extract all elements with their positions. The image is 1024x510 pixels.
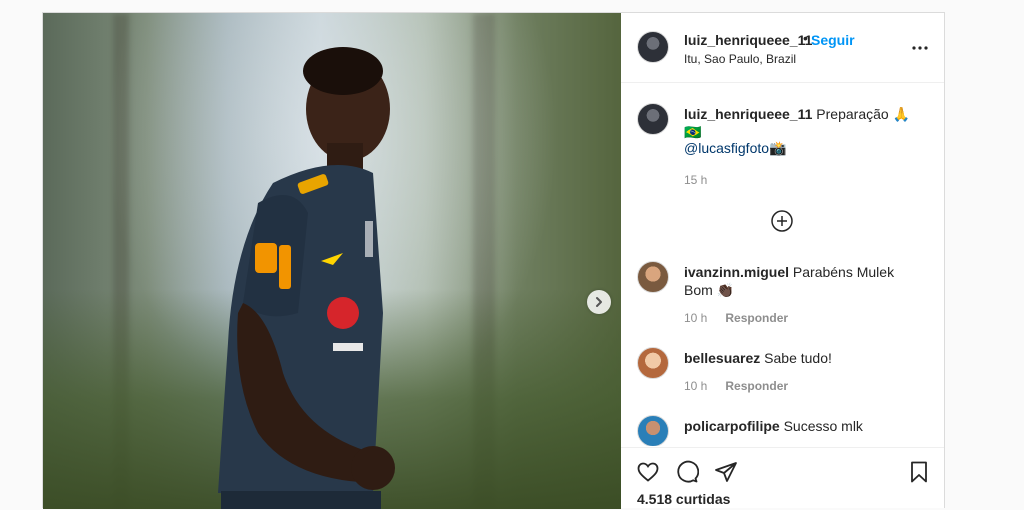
post-sidebar: luiz_henriqueee_11 • Seguir Itu, Sao Pau… xyxy=(621,13,944,509)
avatar[interactable] xyxy=(637,415,669,446)
post-card: luiz_henriqueee_11 • Seguir Itu, Sao Pau… xyxy=(42,12,945,509)
separator-dot: • xyxy=(803,30,808,46)
save-icon[interactable] xyxy=(907,460,931,484)
avatar[interactable] xyxy=(637,261,669,293)
comment-icon[interactable] xyxy=(675,460,699,484)
comment-meta: 10 h Responder xyxy=(684,311,788,325)
caption-time[interactable]: 15 h xyxy=(684,173,707,187)
comment-text: ivanzinn.miguel Parabéns Mulek Bom 👏🏿 xyxy=(684,263,924,299)
avatar[interactable] xyxy=(637,103,669,135)
comment-username[interactable]: policarpofilipe xyxy=(684,418,780,434)
comment-meta: 10 h Responder xyxy=(684,379,788,393)
comment-item: ivanzinn.miguel Parabéns Mulek Bom 👏🏿 10… xyxy=(637,261,927,327)
comment-item: bellesuarez Sabe tudo! 10 h Responder xyxy=(637,347,927,399)
comment-body: Sucesso mlk xyxy=(783,418,863,434)
author-username[interactable]: luiz_henriqueee_11 xyxy=(684,32,812,48)
mention-link[interactable]: @lucasfigfoto xyxy=(684,140,769,156)
follow-button[interactable]: Seguir xyxy=(811,32,855,48)
reply-button[interactable]: Responder xyxy=(725,311,788,325)
like-icon[interactable] xyxy=(636,460,660,484)
share-icon[interactable] xyxy=(714,460,738,484)
comment-username[interactable]: bellesuarez xyxy=(684,350,760,366)
next-image-icon xyxy=(596,297,602,307)
comment-body: Sabe tudo! xyxy=(764,350,832,366)
caption-credit: @lucasfigfoto📸 xyxy=(684,139,924,157)
caption-username[interactable]: luiz_henriqueee_11 xyxy=(684,106,812,122)
avatar[interactable] xyxy=(637,31,669,63)
load-more-comments-icon[interactable] xyxy=(771,210,793,232)
comment-text: bellesuarez Sabe tudo! xyxy=(684,349,924,367)
avatar[interactable] xyxy=(637,347,669,379)
post-photo[interactable] xyxy=(43,13,621,509)
comment-username[interactable]: ivanzinn.miguel xyxy=(684,264,789,280)
comment-time[interactable]: 10 h xyxy=(684,311,707,325)
more-options-icon[interactable] xyxy=(911,39,929,57)
next-image-button[interactable] xyxy=(587,290,611,314)
post-header: luiz_henriqueee_11 • Seguir Itu, Sao Pau… xyxy=(621,13,944,83)
likes-count[interactable]: 4.518 curtidas xyxy=(637,491,730,507)
comment-text: policarpofilipe Sucesso mlk xyxy=(684,417,924,435)
comment-time[interactable]: 10 h xyxy=(684,379,707,393)
caption: luiz_henriqueee_11 Preparação 🙏🇧🇷 @lucas… xyxy=(637,103,927,193)
comment-item: policarpofilipe Sucesso mlk xyxy=(637,415,927,446)
comments-list[interactable]: luiz_henriqueee_11 Preparação 🙏🇧🇷 @lucas… xyxy=(621,83,944,446)
reply-button[interactable]: Responder xyxy=(725,379,788,393)
post-location[interactable]: Itu, Sao Paulo, Brazil xyxy=(684,52,796,66)
caption-text: luiz_henriqueee_11 Preparação 🙏🇧🇷 xyxy=(684,105,924,141)
photo-player-figure xyxy=(218,47,395,509)
camera-emoji: 📸 xyxy=(769,140,787,156)
